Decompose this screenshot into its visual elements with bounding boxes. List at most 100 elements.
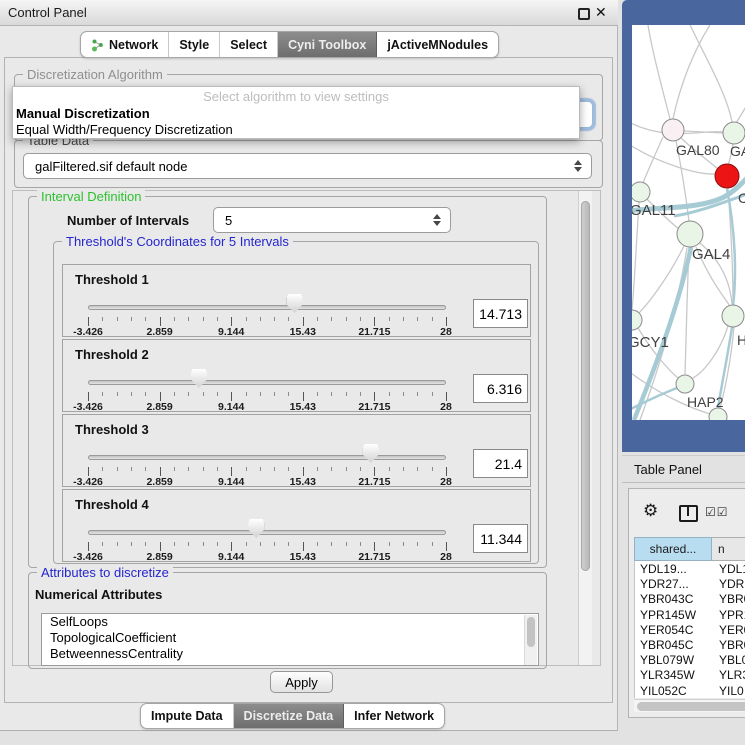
network-node-node-red[interactable] bbox=[715, 164, 739, 188]
threshold-value-field[interactable]: 14.713 bbox=[473, 299, 528, 328]
slider-handle[interactable] bbox=[363, 444, 379, 463]
table-cell-name: YBL0 bbox=[719, 653, 745, 667]
table-data-combobox[interactable]: galFiltered.sif default node bbox=[23, 153, 592, 179]
number-of-intervals-label: Number of Intervals bbox=[67, 213, 189, 228]
network-edge[interactable] bbox=[693, 326, 728, 378]
slider-track[interactable] bbox=[88, 305, 446, 310]
tick-mark bbox=[288, 317, 289, 321]
table-column-header-2[interactable]: n bbox=[712, 537, 745, 561]
network-node-gcy1[interactable] bbox=[632, 310, 642, 330]
attribute-item-betweennesscentrality[interactable]: BetweennessCentrality bbox=[42, 646, 538, 662]
horizontal-scrollbar[interactable] bbox=[634, 699, 745, 712]
tick-mark bbox=[88, 467, 89, 476]
slider-handle[interactable] bbox=[248, 519, 264, 538]
horizontal-scrollbar-thumb[interactable] bbox=[637, 702, 745, 711]
network-edge[interactable] bbox=[648, 25, 670, 119]
table-row[interactable]: YBR043CYBR0 bbox=[635, 591, 745, 606]
tick-mark bbox=[188, 467, 189, 471]
network-node-node-right-h[interactable] bbox=[722, 305, 744, 327]
tick-mark bbox=[217, 392, 218, 396]
tab-cyni-toolbox[interactable]: Cyni Toolbox bbox=[278, 32, 377, 57]
network-edge[interactable] bbox=[736, 100, 745, 123]
table-row[interactable]: YDL19...YDL1 bbox=[635, 561, 745, 576]
network-node-gal4[interactable] bbox=[677, 221, 703, 247]
tick-mark bbox=[403, 392, 404, 396]
table-cell-name: YPR1 bbox=[719, 608, 745, 622]
slider-track[interactable] bbox=[88, 455, 446, 460]
table-row[interactable]: YPR145WYPR1 bbox=[635, 607, 745, 622]
slider-handle[interactable] bbox=[191, 369, 207, 388]
threshold-value-field[interactable]: 11.344 bbox=[473, 524, 528, 553]
attribute-item-topologicalcoefficient[interactable]: TopologicalCoefficient bbox=[42, 630, 538, 646]
algorithm-option-manual-discretization[interactable]: Manual Discretization bbox=[13, 106, 579, 122]
tick-mark bbox=[446, 317, 447, 326]
numerical-attributes-title: Numerical Attributes bbox=[35, 587, 162, 602]
algorithm-option-equal-width-frequency-discretization[interactable]: Equal Width/Frequency Discretization bbox=[13, 122, 579, 138]
apply-button[interactable]: Apply bbox=[270, 671, 333, 693]
tab-discretize-data[interactable]: Discretize Data bbox=[234, 704, 345, 728]
network-node-label-hap2: HAP2 bbox=[687, 394, 724, 410]
tab-style[interactable]: Style bbox=[169, 32, 220, 57]
tick-mark bbox=[346, 467, 347, 471]
checkbox-icons[interactable]: ☑☑ bbox=[705, 505, 729, 519]
table-row[interactable]: YDR27...YDR2 bbox=[635, 576, 745, 591]
tick-mark bbox=[274, 542, 275, 546]
tab-select[interactable]: Select bbox=[220, 32, 278, 57]
algorithm-popup-options: Manual DiscretizationEqual Width/Frequen… bbox=[13, 106, 579, 138]
slider-handle[interactable] bbox=[287, 294, 303, 313]
number-of-intervals-spinner[interactable]: 5 bbox=[213, 207, 451, 233]
network-node-gal80[interactable] bbox=[662, 119, 684, 141]
table-column-header-1[interactable]: shared... bbox=[634, 537, 712, 561]
tick-mark bbox=[403, 542, 404, 546]
close-icon[interactable]: ✕ bbox=[595, 4, 607, 21]
tick-mark bbox=[145, 317, 146, 321]
attributes-list-scrollbar[interactable] bbox=[524, 615, 537, 665]
vertical-scrollbar[interactable] bbox=[578, 191, 592, 665]
threshold-panel-4: Threshold 4-3.4262.8599.14415.4321.71528… bbox=[62, 489, 531, 562]
network-node-gal11[interactable] bbox=[632, 182, 650, 202]
tick-mark bbox=[160, 467, 161, 476]
tick-mark bbox=[417, 467, 418, 471]
tick-mark bbox=[274, 317, 275, 321]
tab-infer-network[interactable]: Infer Network bbox=[344, 704, 444, 728]
attribute-item-selfloops[interactable]: SelfLoops bbox=[42, 614, 538, 630]
slider-track[interactable] bbox=[88, 380, 446, 385]
vertical-scrollbar-thumb[interactable] bbox=[581, 201, 590, 571]
split-columns-icon[interactable] bbox=[679, 505, 698, 522]
network-edge[interactable] bbox=[673, 25, 710, 119]
tick-mark bbox=[231, 392, 232, 401]
tab-jactivemnodules[interactable]: jActiveMNodules bbox=[377, 32, 498, 57]
network-canvas[interactable]: GAL80GACGAL11GAL4GCY1HHAP2 bbox=[632, 25, 745, 420]
tick-mark bbox=[303, 467, 304, 476]
float-window-icon[interactable] bbox=[578, 8, 590, 20]
tick-mark bbox=[432, 542, 433, 546]
tick-label: 21.715 bbox=[358, 401, 390, 413]
attributes-list-scrollbar-thumb[interactable] bbox=[527, 617, 535, 647]
network-edge[interactable] bbox=[690, 25, 732, 122]
table-panel-body: ⚙ ☑☑ shared...n YDL19...YDL1YDR27...YDR2… bbox=[628, 488, 745, 718]
tick-mark bbox=[317, 542, 318, 546]
table-row[interactable]: YIL052CYIL0 bbox=[635, 683, 745, 698]
tick-mark bbox=[432, 317, 433, 321]
tab-network[interactable]: Network bbox=[81, 32, 169, 57]
network-node-hap2[interactable] bbox=[676, 375, 694, 393]
table-cell-shared-name: YBR045C bbox=[640, 638, 693, 652]
tick-mark bbox=[260, 467, 261, 471]
table-row[interactable]: YER054CYER0 bbox=[635, 622, 745, 637]
threshold-value-field[interactable]: 21.4 bbox=[473, 449, 528, 478]
tab-impute-data[interactable]: Impute Data bbox=[141, 704, 234, 728]
network-node-node-top-right[interactable] bbox=[723, 122, 745, 144]
tick-label: 15.43 bbox=[290, 326, 316, 338]
network-node-label-h: H bbox=[737, 332, 745, 348]
gear-icon[interactable]: ⚙ bbox=[643, 501, 658, 521]
tick-mark bbox=[203, 317, 204, 321]
tick-label: 9.144 bbox=[218, 326, 244, 338]
tick-mark bbox=[145, 467, 146, 471]
table-row[interactable]: YBL079WYBL0 bbox=[635, 652, 745, 667]
table-row[interactable]: YLR345WYLR3 bbox=[635, 667, 745, 682]
threshold-value-field[interactable]: 6.316 bbox=[473, 374, 528, 403]
slider-track[interactable] bbox=[88, 530, 446, 535]
table-row[interactable]: YBR045CYBR0 bbox=[635, 637, 745, 652]
numerical-attributes-list[interactable]: SelfLoopsTopologicalCoefficientBetweenne… bbox=[41, 613, 539, 666]
tick-label: 9.144 bbox=[218, 551, 244, 563]
